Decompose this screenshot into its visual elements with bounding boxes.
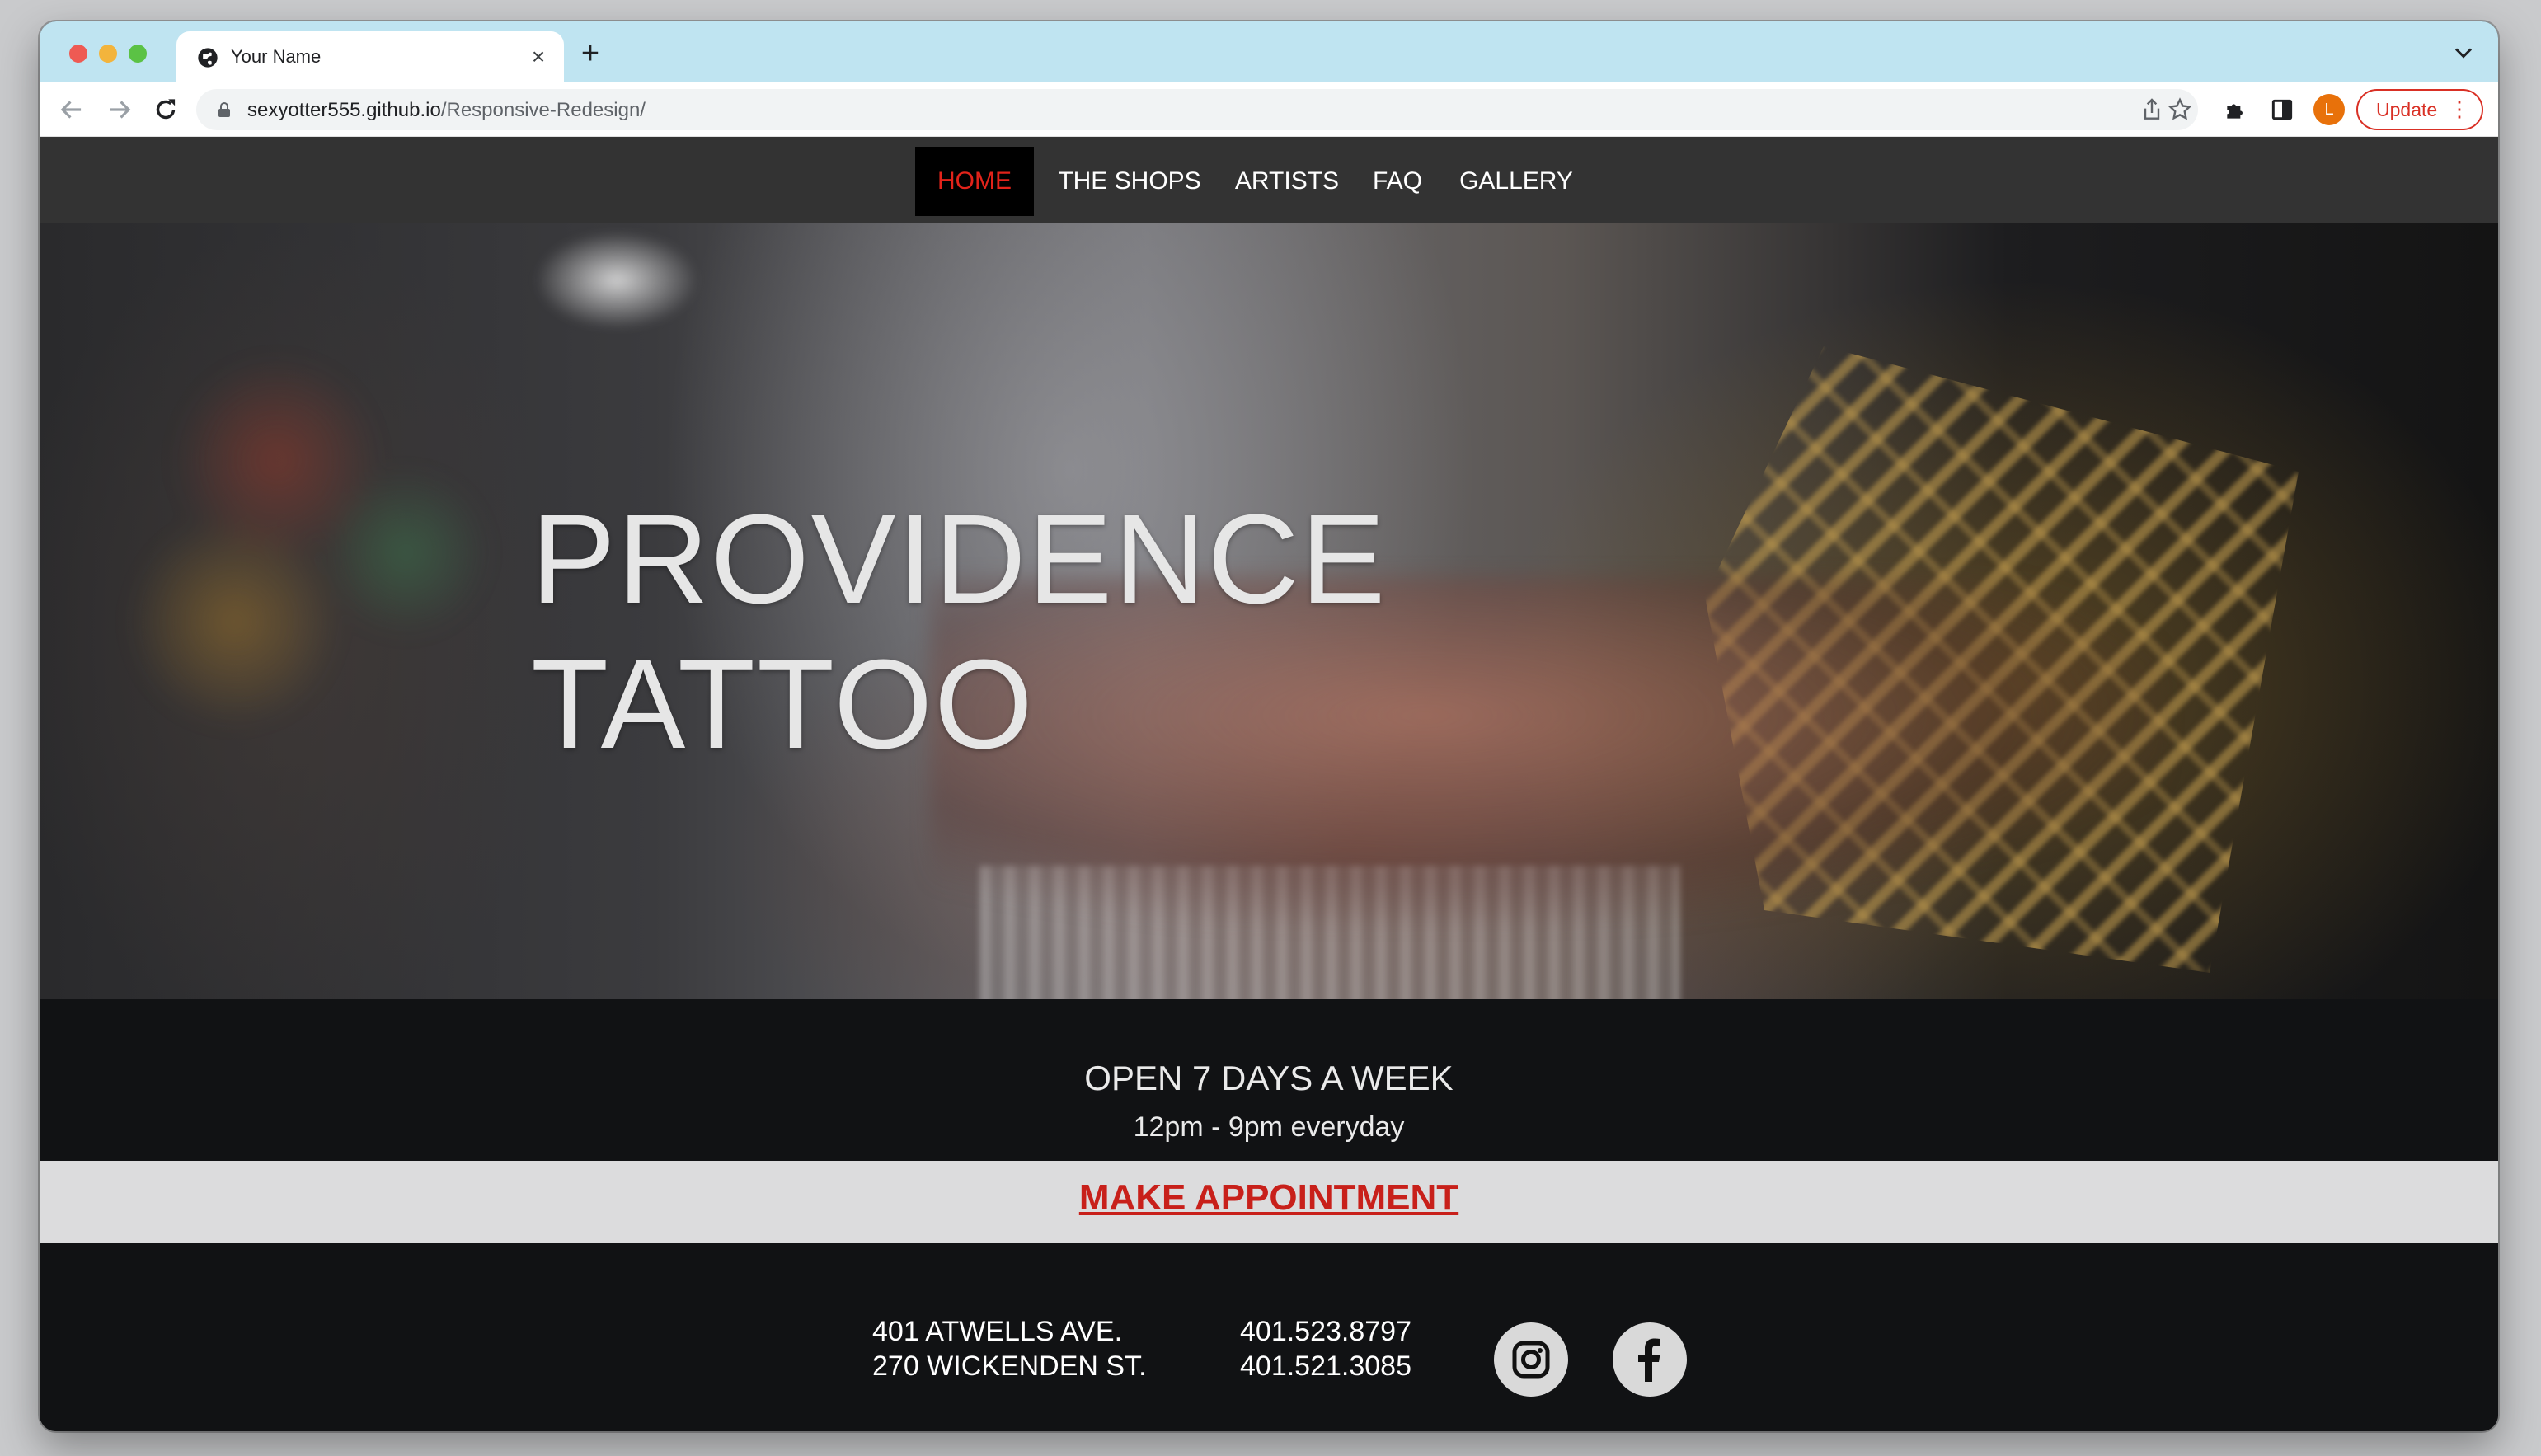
zoom-window-button[interactable] bbox=[129, 45, 147, 63]
appointment-bar: MAKE APPOINTMENT bbox=[40, 1161, 2498, 1243]
footer: 401 ATWELLS AVE. 270 WICKENDEN ST. 401.5… bbox=[40, 1243, 2498, 1431]
facebook-link[interactable] bbox=[1613, 1322, 1687, 1397]
site-nav: HOME THE SHOPS ARTISTS FAQ GALLERY bbox=[40, 137, 2498, 223]
hours-subtitle: 12pm - 9pm everyday bbox=[1133, 1111, 1405, 1143]
make-appointment-link[interactable]: MAKE APPOINTMENT bbox=[1079, 1177, 1458, 1219]
nav-the-shops[interactable]: THE SHOPS bbox=[1047, 147, 1212, 216]
hours-title: OPEN 7 DAYS A WEEK bbox=[1084, 1059, 1454, 1097]
back-icon[interactable] bbox=[56, 94, 87, 125]
forward-icon[interactable] bbox=[104, 94, 135, 125]
instagram-icon bbox=[1512, 1341, 1550, 1379]
plus-icon[interactable]: + bbox=[574, 38, 607, 71]
lock-icon[interactable] bbox=[214, 100, 234, 120]
phone-line: 401.521.3085 bbox=[1240, 1350, 1411, 1382]
url-text: sexyotter555.github.io/Responsive-Redesi… bbox=[247, 99, 646, 121]
address-line: 401 ATWELLS AVE. bbox=[872, 1316, 1123, 1347]
footer-phones: 401.523.8797 401.521.3085 bbox=[1240, 1314, 1411, 1383]
hero-title: PROVIDENCE TATTOO bbox=[531, 486, 1387, 777]
menu-dots-icon: ⋮ bbox=[2449, 96, 2470, 121]
nav-home[interactable]: HOME bbox=[915, 147, 1034, 216]
hero-background-lamp bbox=[534, 231, 699, 330]
hero-title-line1: PROVIDENCE bbox=[531, 488, 1388, 630]
close-icon[interactable]: × bbox=[526, 45, 551, 69]
hero-background-shelf bbox=[106, 322, 534, 783]
share-icon[interactable] bbox=[2139, 96, 2165, 123]
nav-gallery[interactable]: GALLERY bbox=[1446, 147, 1586, 216]
chevron-down-icon[interactable] bbox=[2449, 38, 2478, 68]
browser-window: Your Name × + sexyotter555.github.io/Res… bbox=[40, 21, 2498, 1431]
hero-title-line2: TATTOO bbox=[531, 633, 1035, 775]
browser-toolbar: sexyotter555.github.io/Responsive-Redesi… bbox=[40, 82, 2498, 137]
tab-strip: Your Name × + bbox=[40, 21, 2498, 82]
tab-title: Your Name bbox=[231, 46, 322, 67]
hours-section: OPEN 7 DAYS A WEEK 12pm - 9pm everyday bbox=[40, 999, 2498, 1161]
minimize-window-button[interactable] bbox=[99, 45, 117, 63]
facebook-icon bbox=[1638, 1338, 1660, 1382]
update-button[interactable]: Update ⋮ bbox=[2356, 89, 2483, 130]
address-bar[interactable]: sexyotter555.github.io/Responsive-Redesi… bbox=[196, 89, 2198, 130]
star-icon[interactable] bbox=[2167, 96, 2193, 123]
address-line: 270 WICKENDEN ST. bbox=[872, 1350, 1147, 1382]
sidepanel-icon[interactable] bbox=[2269, 96, 2295, 123]
avatar[interactable]: L bbox=[2313, 94, 2345, 125]
reload-icon[interactable] bbox=[150, 94, 181, 125]
nav-faq[interactable]: FAQ bbox=[1360, 147, 1435, 216]
update-label: Update bbox=[2376, 99, 2438, 120]
browser-tab[interactable]: Your Name × bbox=[176, 31, 564, 82]
puzzle-icon[interactable] bbox=[2223, 96, 2249, 123]
phone-line: 401.523.8797 bbox=[1240, 1316, 1411, 1347]
globe-icon bbox=[198, 48, 218, 68]
footer-addresses: 401 ATWELLS AVE. 270 WICKENDEN ST. bbox=[872, 1314, 1147, 1383]
instagram-link[interactable] bbox=[1494, 1322, 1568, 1397]
hero-image: PROVIDENCE TATTOO bbox=[40, 223, 2498, 999]
nav-artists[interactable]: ARTISTS bbox=[1225, 147, 1349, 216]
close-window-button[interactable] bbox=[69, 45, 87, 63]
